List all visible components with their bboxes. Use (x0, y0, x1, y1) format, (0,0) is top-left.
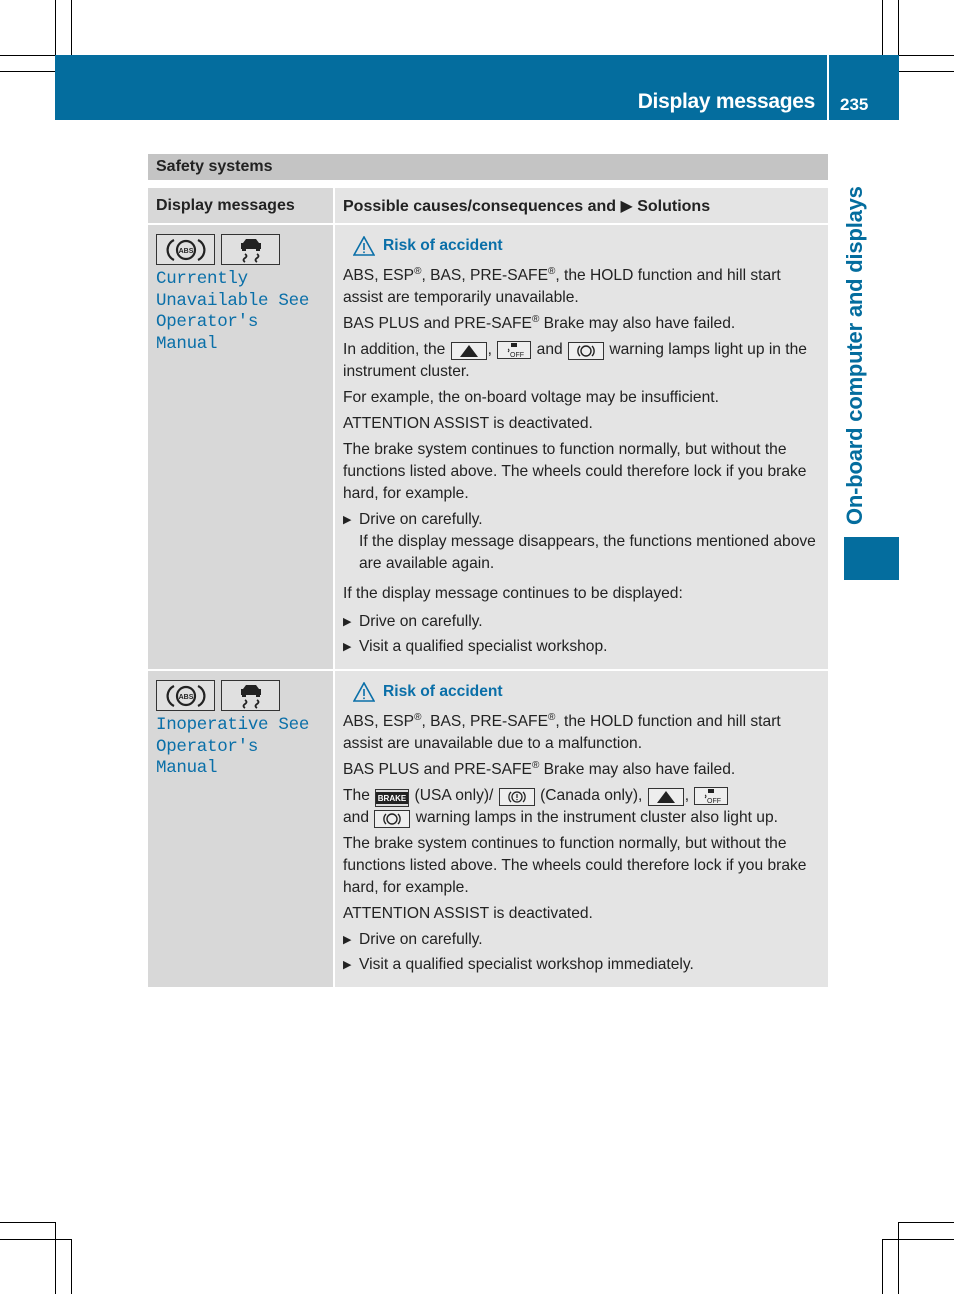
warning-label: Risk of accident (383, 683, 503, 700)
crop-mark (882, 1239, 954, 1240)
page-title: Display messages (637, 90, 816, 113)
causes-solutions-cell: Risk of accident ABS, ESP®, BAS, PRE-SAF… (334, 224, 828, 671)
causes-solutions-cell: Risk of accident ABS, ESP®, BAS, PRE-SAF… (334, 670, 828, 987)
crop-mark (0, 1222, 55, 1223)
display-message-text: Currently Unavailable See Operator's Man… (156, 269, 310, 354)
paragraph: ABS, ESP®, BAS, PRE-SAFE®, the HOLD func… (343, 711, 781, 752)
paragraph: BAS PLUS and PRE-SAFE® Brake may also ha… (343, 313, 736, 332)
solution-step: Drive on carefully. (343, 611, 820, 633)
table-row: ABS Currently Unavailable See Operator's… (148, 224, 828, 671)
paragraph: The BRAKE (USA only)/ (Canada only), , O… (343, 787, 778, 828)
table-row: ABS Inoperative See Operator's Manual Ri… (148, 670, 828, 987)
esp-off-lamp-icon: OFF (497, 341, 532, 359)
paragraph: In addition, the , OFF and warning lamps… (343, 341, 807, 380)
warning-triangle-icon (353, 682, 375, 702)
paragraph: The brake system continues to function n… (343, 441, 807, 502)
section-header: Safety systems (148, 154, 828, 180)
crop-mark (71, 0, 72, 55)
svg-text:BRAKE: BRAKE (378, 794, 407, 803)
solution-step: Drive on carefully.If the display messag… (343, 509, 820, 575)
attention-assist-lamp-icon (647, 788, 684, 806)
risk-warning: Risk of accident (353, 235, 820, 257)
crop-mark (898, 1222, 899, 1294)
solution-step: Visit a qualified specialist workshop im… (343, 954, 820, 976)
paragraph: ATTENTION ASSIST is deactivated. (343, 905, 593, 922)
svg-text:ABS: ABS (178, 694, 193, 701)
display-messages-table: Display messages Possible causes/consequ… (148, 188, 828, 987)
crop-mark (898, 1222, 954, 1223)
paragraph: ABS, ESP®, BAS, PRE-SAFE®, the HOLD func… (343, 265, 781, 306)
warning-label: Risk of accident (383, 237, 503, 254)
crop-mark (71, 1239, 72, 1294)
crop-mark (882, 0, 883, 55)
paragraph: The brake system continues to function n… (343, 835, 807, 896)
column-header-causes-solutions: Possible causes/consequences and ▶ Solut… (334, 188, 828, 225)
abs-lamp-icon (568, 342, 604, 360)
crop-mark (0, 55, 55, 56)
abs-lamp-icon (374, 810, 411, 828)
crop-mark (55, 1222, 56, 1294)
esp-skid-icon (221, 680, 280, 711)
display-message-text: Inoperative See Operator's Manual (156, 715, 310, 778)
table-header-row: Display messages Possible causes/consequ… (148, 188, 828, 225)
brake-warning-lamp-icon (498, 788, 535, 806)
crop-mark (882, 1239, 883, 1294)
paragraph: BAS PLUS and PRE-SAFE® Brake may also ha… (343, 759, 736, 778)
attention-assist-lamp-icon (450, 342, 487, 360)
crop-mark (0, 1239, 71, 1240)
solution-step: Drive on carefully. (343, 929, 820, 951)
solution-step: Visit a qualified specialist workshop. (343, 636, 820, 658)
page-number: 235 (840, 95, 869, 114)
display-message-cell: ABS Inoperative See Operator's Manual (148, 670, 335, 987)
paragraph: ATTENTION ASSIST is deactivated. (343, 415, 593, 432)
risk-warning: Risk of accident (353, 681, 820, 703)
header-divider (827, 55, 829, 120)
brake-lamp-icon: BRAKE (375, 789, 410, 807)
chapter-tab-marker (844, 537, 899, 580)
crop-mark (899, 71, 954, 72)
crop-mark (0, 71, 55, 72)
paragraph: For example, the on-board voltage may be… (343, 389, 719, 406)
svg-text:ABS: ABS (178, 248, 193, 255)
page-header: Display messages 235 (55, 55, 899, 120)
warning-triangle-icon (353, 236, 375, 256)
display-message-cell: ABS Currently Unavailable See Operator's… (148, 224, 335, 671)
section-title: Safety systems (156, 158, 273, 175)
esp-off-lamp-icon: OFF (694, 787, 729, 805)
abs-warning-icon: ABS (156, 680, 215, 711)
svg-text:OFF: OFF (707, 798, 721, 804)
paragraph: If the display message continues to be d… (343, 585, 683, 602)
esp-skid-icon (221, 234, 280, 265)
column-header-display-messages: Display messages (148, 188, 335, 225)
abs-warning-icon: ABS (156, 234, 215, 265)
chapter-side-label: On-board computer and displays (842, 186, 867, 525)
svg-text:OFF: OFF (510, 352, 524, 358)
crop-mark (899, 55, 954, 56)
